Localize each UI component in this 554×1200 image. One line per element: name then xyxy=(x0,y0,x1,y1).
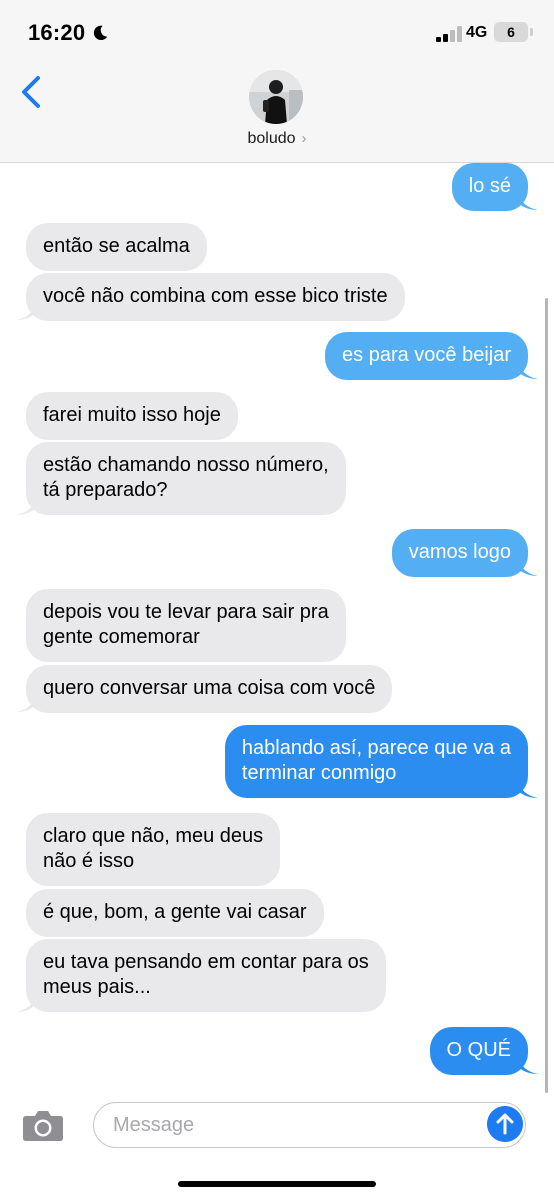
bubble-tail xyxy=(518,1057,538,1074)
message-bubble-incoming[interactable]: eu tava pensando em contar para os meus … xyxy=(26,939,386,1012)
bubble-tail xyxy=(518,559,538,576)
message-text: então se acalma xyxy=(43,235,190,257)
message-bubble-outgoing[interactable]: O QUÉ xyxy=(429,1027,528,1075)
message-list[interactable]: lo sé então se acalma você não combina c… xyxy=(0,163,554,1093)
bubble-tail xyxy=(16,695,36,712)
message-text-line: meus pais... xyxy=(43,976,151,998)
contact-name[interactable]: boludo xyxy=(247,130,295,147)
message-text-line: terminar conmigo xyxy=(241,762,397,784)
message-text-line: eu tava pensando em contar para os xyxy=(43,951,369,973)
camera-icon[interactable] xyxy=(22,1108,64,1142)
message-text: es para você beijar xyxy=(342,344,511,366)
message-bubble-incoming[interactable]: então se acalma xyxy=(26,223,207,271)
message-text: lo sé xyxy=(468,175,511,197)
message-text: quero conversar uma coisa com você xyxy=(43,677,376,699)
status-bar: 16:20 4G 6 xyxy=(0,0,554,62)
message-bubble-outgoing[interactable]: lo sé xyxy=(451,163,528,211)
conversation-header: boludo › xyxy=(0,62,554,163)
network-type: 4G xyxy=(466,24,488,41)
send-arrow-icon[interactable] xyxy=(487,1106,523,1142)
message-bubble-incoming[interactable]: depois vou te levar para sair pra gente … xyxy=(26,589,346,662)
battery-cap xyxy=(530,28,533,36)
message-text-line: não é isso xyxy=(43,850,135,872)
message-input[interactable] xyxy=(111,1113,485,1138)
message-text-line: gente comemorar xyxy=(43,626,200,648)
avatar-photo xyxy=(249,70,303,124)
message-text: é que, bom, a gente vai casar xyxy=(43,901,307,923)
message-bubble-incoming[interactable]: farei muito isso hoje xyxy=(26,392,238,440)
bubble-tail xyxy=(518,362,538,379)
bubble-tail xyxy=(518,781,538,798)
message-bubble-outgoing[interactable]: es para você beijar xyxy=(325,332,528,380)
back-chevron-icon[interactable] xyxy=(18,74,44,110)
bubble-tail xyxy=(16,498,36,515)
bubble-tail xyxy=(518,193,538,210)
message-bubble-outgoing[interactable]: hablando así, parece que va a terminar c… xyxy=(224,725,528,798)
message-text-line: claro que não, meu deus xyxy=(43,825,264,847)
message-bubble-incoming[interactable]: claro que não, meu deus não é isso xyxy=(26,813,281,886)
battery-level: 6 xyxy=(507,24,515,40)
message-text-line: hablando así, parece que va a xyxy=(241,737,511,759)
message-input-field[interactable] xyxy=(93,1102,526,1148)
message-text: farei muito isso hoje xyxy=(43,404,221,426)
message-text-line: tá preparado? xyxy=(43,479,168,501)
message-bubble-incoming[interactable]: quero conversar uma coisa com você xyxy=(26,665,393,713)
message-bubble-incoming[interactable]: estão chamando nosso número, tá preparad… xyxy=(26,442,346,515)
message-text-line: depois vou te levar para sair pra xyxy=(43,601,329,623)
status-time: 16:20 xyxy=(28,20,86,45)
bubble-tail xyxy=(16,303,36,320)
avatar[interactable] xyxy=(249,70,303,124)
home-indicator[interactable] xyxy=(178,1181,376,1187)
message-bubble-incoming[interactable]: você não combina com esse bico triste xyxy=(26,273,405,321)
message-text-line: estão chamando nosso número, xyxy=(43,454,329,476)
message-bubble-incoming[interactable]: é que, bom, a gente vai casar xyxy=(26,889,324,937)
moon-icon xyxy=(93,25,108,41)
battery-icon: 6 xyxy=(494,22,528,42)
message-bubble-outgoing[interactable]: vamos logo xyxy=(391,529,528,577)
scrollbar[interactable] xyxy=(545,298,548,1093)
chevron-right-icon: › xyxy=(301,130,307,147)
message-text: vamos logo xyxy=(408,541,511,563)
bubble-tail xyxy=(16,995,36,1012)
contact-name-row[interactable]: boludo › xyxy=(0,130,554,148)
message-text: O QUÉ xyxy=(446,1039,511,1061)
signal-icon xyxy=(436,26,462,42)
message-text: você não combina com esse bico triste xyxy=(43,285,388,307)
